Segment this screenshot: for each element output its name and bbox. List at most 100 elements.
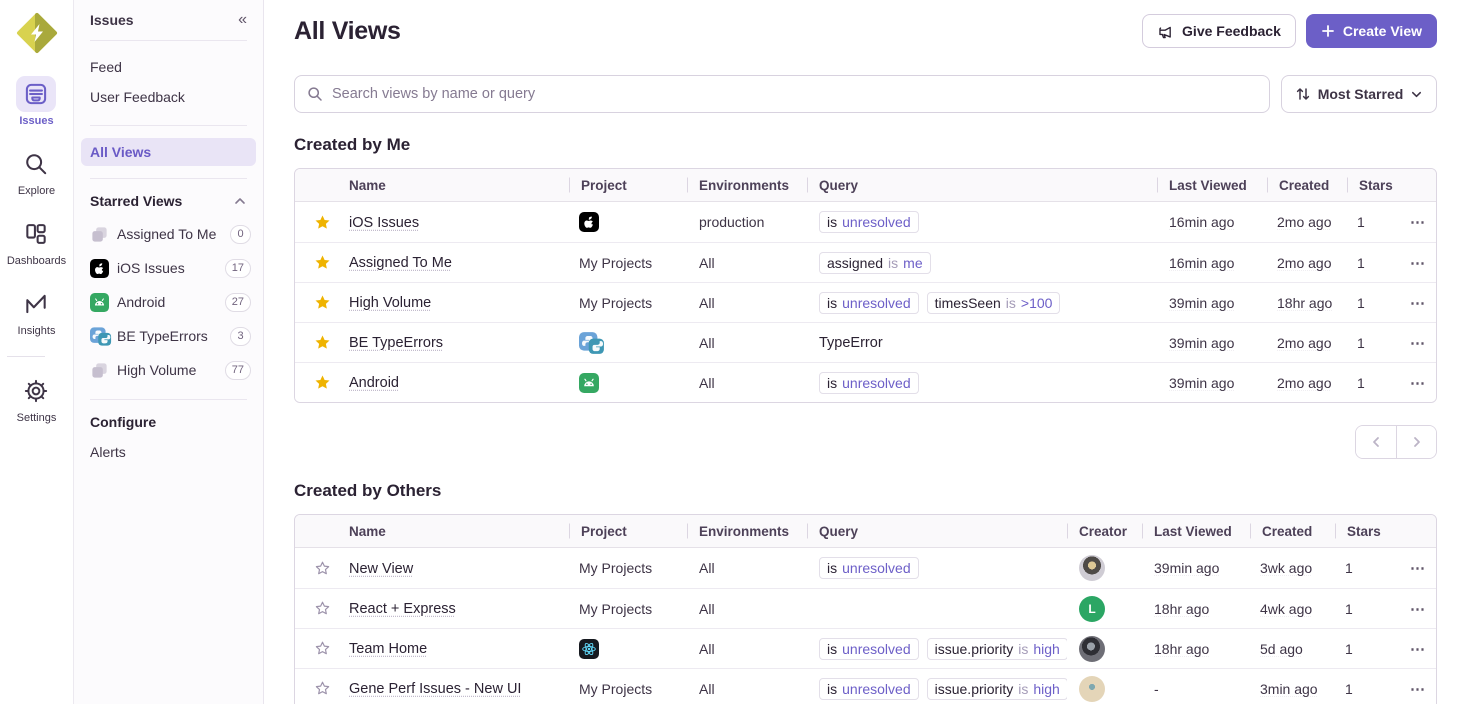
view-name-link[interactable]: High Volume xyxy=(349,295,431,311)
environments-cell: All xyxy=(687,295,807,311)
last-viewed-cell: 39min ago xyxy=(1142,560,1250,576)
column-header-last-viewed: Last Viewed xyxy=(1157,178,1267,193)
configure-section-header: Configure xyxy=(74,412,263,438)
created-cell: 2mo ago xyxy=(1267,255,1347,271)
divider xyxy=(7,356,45,357)
table-row-high-volume[interactable]: High VolumeMy ProjectsAllisunresolvedtim… xyxy=(295,282,1436,322)
rail-item-dashboards[interactable]: Dashboards xyxy=(7,216,66,267)
stars-cell: 1 xyxy=(1347,214,1397,230)
star-filled-icon[interactable] xyxy=(314,334,331,351)
row-actions-menu-button[interactable]: ⋯ xyxy=(1410,334,1426,352)
collapse-sidebar-icon[interactable]: « xyxy=(238,12,247,28)
star-filled-icon[interactable] xyxy=(314,214,331,231)
view-name-link[interactable]: Gene Perf Issues - New UI xyxy=(349,681,521,697)
query-token-chip: issue.priorityishigh xyxy=(927,678,1067,700)
table-row-react-express[interactable]: React + ExpressMy ProjectsAllL18hr ago4w… xyxy=(295,588,1436,628)
last-viewed-cell: - xyxy=(1142,681,1250,697)
rail-item-label: Insights xyxy=(18,325,56,337)
view-name-link[interactable]: Assigned To Me xyxy=(349,255,452,271)
table-row-gene-perf-issues-new-ui[interactable]: Gene Perf Issues - New UIMy ProjectsAlli… xyxy=(295,668,1436,704)
star-filled-icon[interactable] xyxy=(314,374,331,391)
row-actions-menu-button[interactable]: ⋯ xyxy=(1410,294,1426,312)
creator-avatar xyxy=(1079,555,1105,581)
column-header-stars: Stars xyxy=(1347,178,1397,193)
rail-item-issues[interactable]: Issues xyxy=(7,76,66,127)
stars-cell: 1 xyxy=(1335,560,1397,576)
starred-view-label: High Volume xyxy=(117,362,217,378)
view-name-link[interactable]: New View xyxy=(349,561,413,577)
table-row-assigned-to-me[interactable]: Assigned To MeMy ProjectsAllassignedisme… xyxy=(295,242,1436,282)
view-name-link[interactable]: Android xyxy=(349,375,399,391)
sort-dropdown[interactable]: Most Starred xyxy=(1281,75,1437,113)
sidebar-item-user-feedback[interactable]: User Feedback xyxy=(74,83,263,111)
created-cell: 2mo ago xyxy=(1267,335,1347,351)
layers-icon xyxy=(90,225,109,244)
view-name-link[interactable]: BE TypeErrors xyxy=(349,335,443,351)
table-row-new-view[interactable]: New ViewMy ProjectsAllisunresolved39min … xyxy=(295,548,1436,588)
created-by-me-table: NameProjectEnvironmentsQueryLast ViewedC… xyxy=(294,168,1437,403)
last-viewed-cell: 16min ago xyxy=(1157,255,1267,271)
row-actions-menu-button[interactable]: ⋯ xyxy=(1410,559,1426,577)
view-name-link[interactable]: Team Home xyxy=(349,641,427,657)
starred-view-high-volume[interactable]: High Volume77 xyxy=(74,353,263,387)
column-header-query: Query xyxy=(807,524,1067,539)
table-row-ios-issues[interactable]: iOS Issuesproductionisunresolved16min ag… xyxy=(295,202,1436,242)
query-cell: isunresolved xyxy=(819,557,1067,579)
table-row-be-typeerrors[interactable]: BE TypeErrorsAllTypeError39min ago2mo ag… xyxy=(295,322,1436,362)
star-outline-icon[interactable] xyxy=(314,600,331,617)
search-input[interactable] xyxy=(332,86,1257,102)
divider xyxy=(90,399,247,400)
starred-view-android[interactable]: Android 27 xyxy=(74,285,263,319)
star-outline-icon[interactable] xyxy=(314,640,331,657)
previous-page-button[interactable] xyxy=(1356,426,1396,458)
rail-item-explore[interactable]: Explore xyxy=(7,146,66,197)
query-token-chip: isunresolved xyxy=(819,372,919,394)
search-icon xyxy=(307,86,323,102)
layers-icon xyxy=(90,361,109,380)
star-filled-icon[interactable] xyxy=(314,294,331,311)
created-cell: 2mo ago xyxy=(1267,214,1347,230)
query-token-chip: isunresolved xyxy=(819,557,919,579)
star-outline-icon[interactable] xyxy=(314,560,331,577)
created-cell: 4wk ago xyxy=(1250,601,1335,617)
next-page-button[interactable] xyxy=(1396,426,1436,458)
row-actions-menu-button[interactable]: ⋯ xyxy=(1410,374,1426,392)
star-filled-icon[interactable] xyxy=(314,254,331,271)
sentry-logo[interactable] xyxy=(14,10,60,56)
row-actions-menu-button[interactable]: ⋯ xyxy=(1410,254,1426,272)
starred-view-assigned-to-me[interactable]: Assigned To Me0 xyxy=(74,217,263,251)
rail-item-insights[interactable]: Insights xyxy=(7,286,66,337)
search-views-box xyxy=(294,75,1270,113)
table-row-team-home[interactable]: Team HomeAllisunresolvedissue.priorityis… xyxy=(295,628,1436,668)
query-token-chip: issue.priorityishigh xyxy=(927,638,1067,660)
row-actions-menu-button[interactable]: ⋯ xyxy=(1410,640,1426,658)
sidebar-item-feed[interactable]: Feed xyxy=(74,53,263,81)
give-feedback-button[interactable]: Give Feedback xyxy=(1142,14,1296,48)
row-actions-menu-button[interactable]: ⋯ xyxy=(1410,680,1426,698)
star-outline-icon[interactable] xyxy=(314,680,331,697)
issue-count-badge: 27 xyxy=(225,293,251,312)
create-view-button[interactable]: Create View xyxy=(1306,14,1437,48)
starred-view-ios-issues[interactable]: iOS Issues17 xyxy=(74,251,263,285)
created-by-others-heading: Created by Others xyxy=(294,481,1437,501)
row-actions-menu-button[interactable]: ⋯ xyxy=(1410,213,1426,231)
view-name-link[interactable]: React + Express xyxy=(349,601,456,617)
stars-cell: 1 xyxy=(1335,681,1397,697)
created-cell: 5d ago xyxy=(1250,641,1335,657)
starred-view-label: Android xyxy=(117,294,217,310)
apple-icon xyxy=(90,259,109,278)
query-cell: assignedisme xyxy=(819,252,1157,274)
sidebar-item-all-views[interactable]: All Views xyxy=(81,138,256,166)
rail-item-settings[interactable]: Settings xyxy=(7,373,66,424)
starred-views-section-header[interactable]: Starred Views xyxy=(74,191,263,217)
view-name-link[interactable]: iOS Issues xyxy=(349,215,419,231)
last-viewed-cell: 39min ago xyxy=(1157,375,1267,391)
megaphone-icon xyxy=(1157,23,1174,40)
sidebar-item-alerts[interactable]: Alerts xyxy=(74,438,263,466)
starred-view-be-typeerrors[interactable]: BE TypeErrors3 xyxy=(74,319,263,353)
row-actions-menu-button[interactable]: ⋯ xyxy=(1410,600,1426,618)
starred-view-label: BE TypeErrors xyxy=(117,328,222,344)
chevron-down-icon xyxy=(1410,88,1423,101)
rail-item-label: Explore xyxy=(18,185,55,197)
table-row-android[interactable]: AndroidAllisunresolved39min ago2mo ago1⋯ xyxy=(295,362,1436,402)
